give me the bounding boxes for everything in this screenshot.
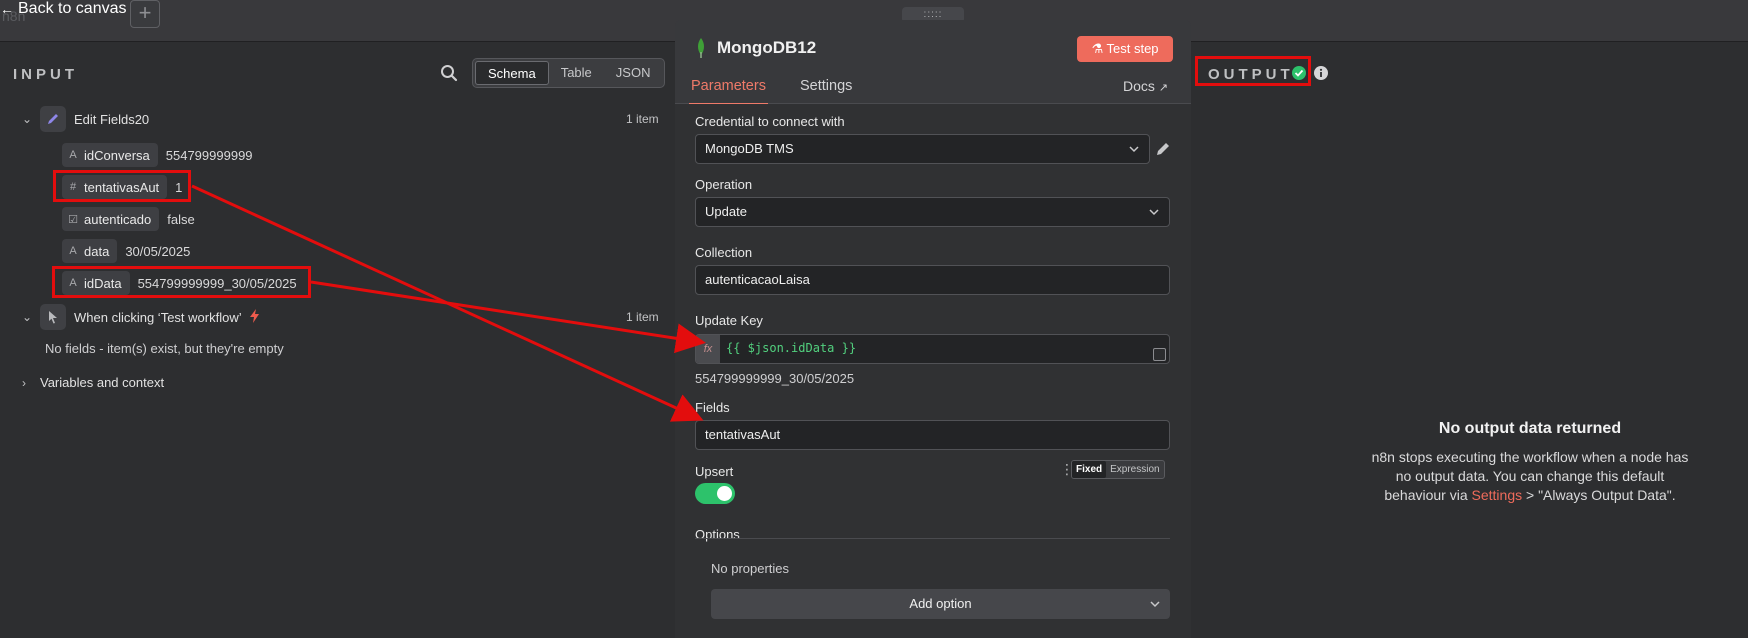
operation-value: Update (705, 204, 747, 219)
no-output-text-end: > "Always Output Data". (1522, 487, 1676, 503)
test-step-label: Test step (1106, 41, 1159, 56)
tab-settings[interactable]: Settings (800, 78, 852, 94)
mode-fixed[interactable]: Fixed (1072, 461, 1107, 478)
field-value: 30/05/2025 (125, 243, 191, 259)
upsert-toggle[interactable] (695, 483, 735, 504)
chevron-down-icon[interactable]: ⌄ (22, 310, 40, 324)
fx-icon: fx (696, 335, 720, 363)
field-value: 554799999999 (165, 147, 253, 163)
upsert-label: Upsert (695, 464, 734, 479)
no-output-message: n8n stops executing the workflow when a … (1368, 448, 1692, 505)
add-option-button[interactable]: Add option (711, 589, 1170, 619)
node-title[interactable]: MongoDB12 (717, 38, 816, 58)
credential-value: MongoDB TMS (705, 141, 794, 156)
options-label: Options (695, 527, 740, 542)
update-key-expression-input[interactable]: fx {{ $json.idData }} (695, 334, 1170, 364)
operation-label: Operation (695, 177, 753, 192)
output-panel-title: OUTPUT (1208, 66, 1294, 83)
chevron-down-icon (1150, 601, 1160, 608)
add-option-label: Add option (909, 596, 972, 611)
fields-label: Fields (695, 400, 730, 415)
item-count: 1 item (626, 310, 659, 324)
tab-table[interactable]: Table (549, 61, 604, 85)
credential-select[interactable]: MongoDB TMS (695, 134, 1150, 164)
variables-label: Variables and context (40, 375, 165, 390)
node-name: Edit Fields20 (74, 111, 150, 127)
schema-field-row[interactable]: A data 30/05/2025 (62, 239, 190, 263)
operation-select[interactable]: Update (695, 197, 1170, 227)
pencil-icon (40, 106, 66, 132)
mongodb-leaf-icon (698, 38, 704, 58)
expression-result: 554799999999_30/05/2025 (695, 371, 855, 386)
view-mode-tabs: Schema Table JSON (472, 58, 666, 88)
field-chip: ☑ autenticado (62, 207, 160, 231)
back-to-canvas-link[interactable]: ← Back to canvas (0, 0, 127, 18)
collection-input[interactable]: autenticacaoLaisa (695, 265, 1170, 295)
item-count: 1 item (626, 112, 659, 126)
chevron-down-icon (1129, 146, 1139, 153)
variables-and-context[interactable]: › Variables and context (22, 375, 164, 390)
chevron-down-icon (1149, 209, 1159, 216)
update-key-label: Update Key (695, 313, 763, 328)
field-name: idConversa (84, 147, 150, 163)
node-manual-trigger[interactable]: ⌄ When clicking ‘Test workflow’ (22, 304, 259, 330)
annotation-box-iddata (52, 266, 311, 298)
search-icon[interactable] (440, 64, 458, 82)
lightning-icon (249, 308, 259, 326)
node-name: When clicking ‘Test workflow’ (74, 309, 242, 325)
mode-expression[interactable]: Expression (1106, 461, 1163, 478)
schema-field-row[interactable]: ☑ autenticado false (62, 207, 195, 231)
tab-json[interactable]: JSON (604, 61, 663, 85)
fixed-expression-switch[interactable]: Fixed Expression (1071, 460, 1165, 479)
flask-icon: ⚗ (1091, 41, 1107, 56)
field-chip: A idConversa (62, 143, 158, 167)
input-panel: INPUT Schema Table JSON ⌄ Edit Fields20 … (0, 42, 675, 638)
expression-text: {{ $json.idData }} (726, 341, 857, 355)
divider (695, 538, 1170, 539)
add-node-button[interactable]: + (130, 0, 160, 28)
external-link-icon: ↗ (1158, 82, 1169, 94)
edit-credential-icon[interactable] (1155, 141, 1171, 157)
no-properties-text: No properties (711, 561, 790, 576)
node-edit-fields[interactable]: ⌄ Edit Fields20 (22, 106, 149, 132)
field-name: data (84, 243, 110, 259)
node-settings-panel: MongoDB12 ⚗ Test step Parameters Setting… (675, 20, 1191, 638)
credential-label: Credential to connect with (695, 114, 845, 129)
schema-field-row[interactable]: A idConversa 554799999999 (62, 143, 253, 167)
input-panel-title: INPUT (13, 66, 78, 83)
node-panel-tabs: Parameters Settings (675, 74, 1191, 105)
collection-label: Collection (695, 245, 753, 260)
tab-parameters[interactable]: Parameters (689, 78, 768, 105)
check-circle-icon (1292, 66, 1306, 80)
field-value: false (167, 211, 195, 227)
expand-editor-icon[interactable] (1153, 348, 1166, 361)
docs-link[interactable]: Docs ↗ (1123, 78, 1168, 94)
boolean-type-icon: ☑ (68, 213, 78, 226)
back-to-canvas-label: Back to canvas (18, 0, 127, 17)
annotation-box-tentativas (53, 170, 191, 202)
info-icon[interactable] (1314, 66, 1328, 80)
string-type-icon: A (69, 149, 77, 161)
pointer-icon (40, 304, 66, 330)
string-type-icon: A (69, 245, 77, 257)
settings-link[interactable]: Settings (1472, 487, 1523, 503)
chevron-right-icon[interactable]: › (22, 376, 40, 390)
docs-label: Docs (1123, 78, 1155, 94)
test-step-button[interactable]: ⚗ Test step (1077, 36, 1173, 62)
arrow-left-icon: ← (0, 1, 14, 17)
tab-schema[interactable]: Schema (475, 61, 549, 85)
fields-input[interactable]: tentativasAut (695, 420, 1170, 450)
field-chip: A data (62, 239, 118, 263)
no-output-title: No output data returned (1438, 420, 1622, 437)
field-name: autenticado (84, 211, 152, 227)
chevron-down-icon[interactable]: ⌄ (22, 112, 40, 126)
empty-fields-note: No fields - item(s) exist, but they're e… (45, 341, 284, 356)
